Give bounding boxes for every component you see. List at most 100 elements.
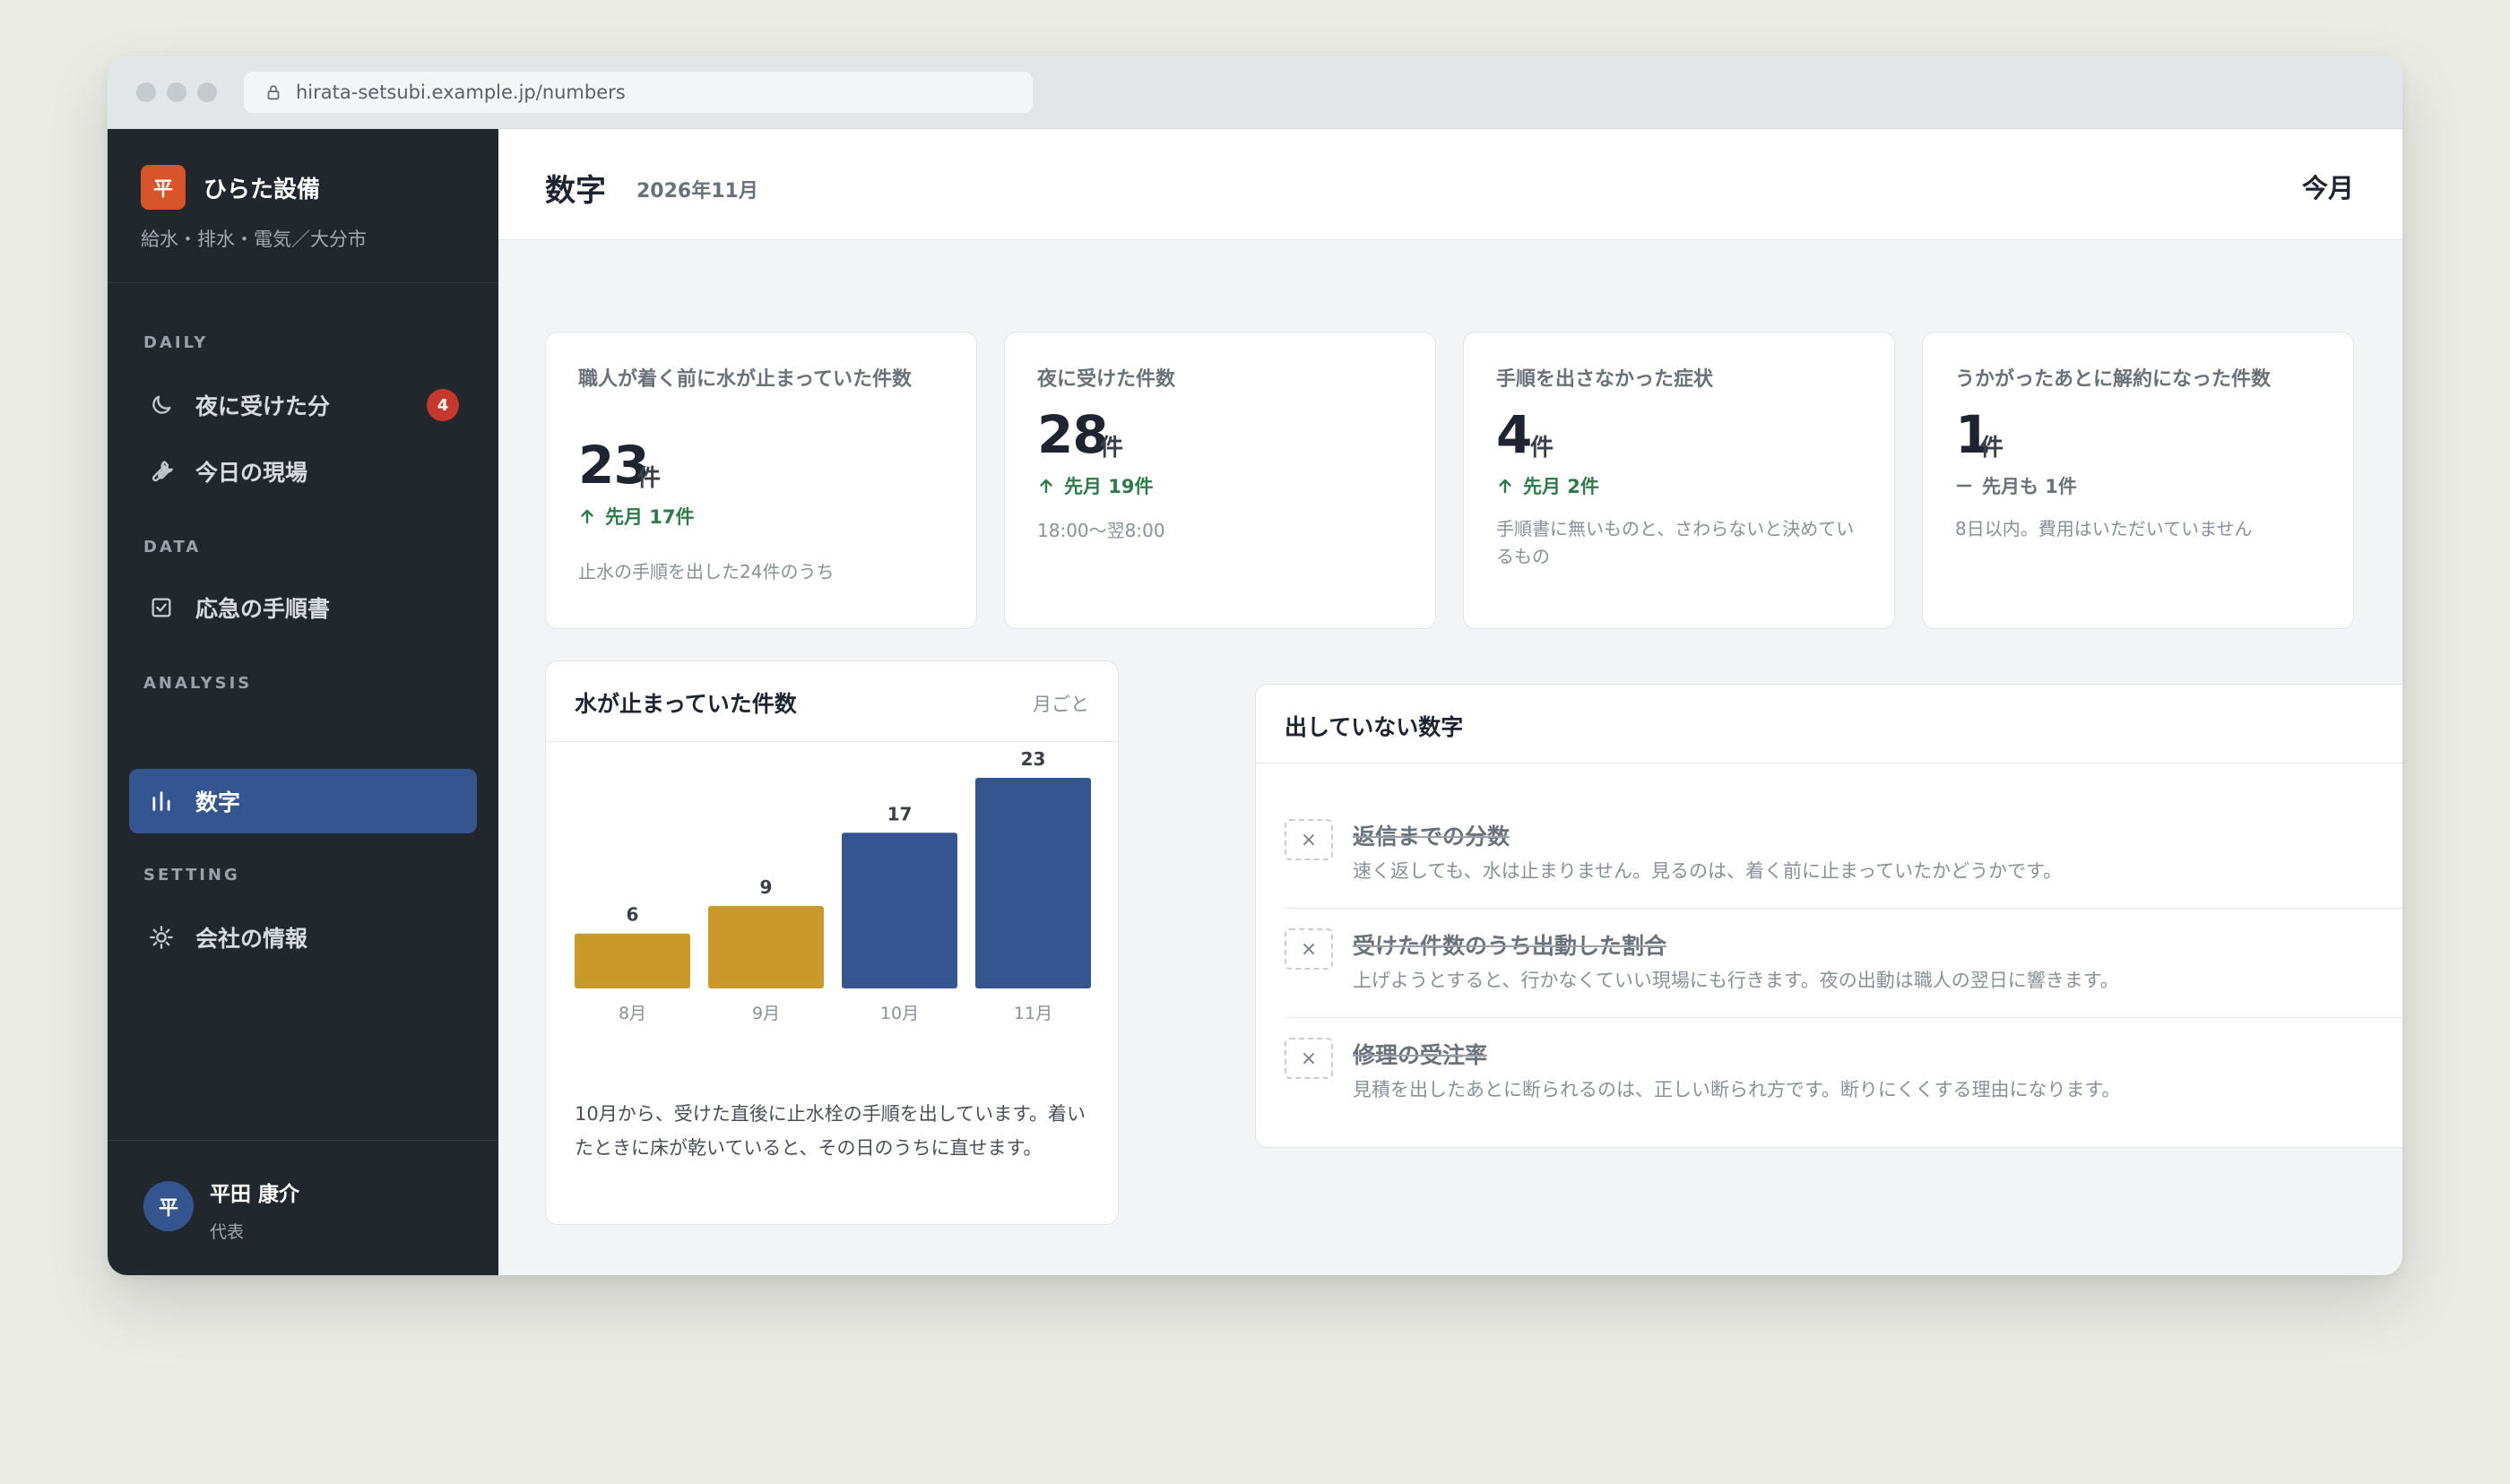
user-role: 代表 (210, 1222, 245, 1242)
window-close-dot[interactable] (136, 82, 156, 102)
sidebar-item-today-sites[interactable]: 今日の現場 (129, 439, 477, 504)
kpi-delta-text: 先月 19件 (1064, 476, 1154, 497)
kpi-label: 手順を出さなかった症状 (1496, 368, 1714, 391)
chart-data-label: 17 (887, 803, 913, 824)
arrow-up-icon (1499, 479, 1511, 494)
dash-icon (1956, 484, 1972, 487)
omitted-metric-desc: 上げようとすると、行かなくていい現場にも行きます。夜の出動は職人の翌日に響きます… (1353, 970, 2119, 991)
arrow-up-icon (1040, 479, 1052, 494)
chart-data-label: 6 (627, 904, 639, 926)
sidebar-item-label: 数字 (195, 789, 241, 815)
omitted-card-header: 出していない数字 (1256, 685, 2402, 764)
sidebar-item-night-calls[interactable]: 夜に受けた分 4 (129, 373, 477, 437)
sidebar-item-label: 応急の手順書 (195, 596, 331, 622)
nav-section-daily: DAILY (143, 333, 209, 352)
kpi-label: 夜に受けた件数 (1037, 368, 1176, 391)
kpi-card-no-manual: 手順を出さなかった症状 4 件 先月 2件 手順書に無いものと、さわらないと決め… (1463, 332, 1895, 629)
omitted-metric-desc: 速く返しても、水は止まりません。見るのは、着く前に止まっていたかどうかです。 (1353, 860, 2063, 882)
bar-chart: 6 8月 9 9月 17 10月 23 11月 (575, 748, 1091, 1023)
kpi-value: 4 (1496, 404, 1532, 465)
wrench-icon (152, 461, 173, 482)
omitted-metric-item: × 受けた件数のうち出動した割合 上げようとすると、行かなくていい現場にも行きま… (1285, 909, 2402, 1018)
arrow-up-icon (581, 509, 593, 524)
period-selector[interactable]: 今月 (2302, 168, 2354, 205)
chart-x-tick-label: 10月 (880, 1004, 919, 1023)
omitted-card-title: 出していない数字 (1285, 714, 1464, 740)
sidebar-item-label: 今日の現場 (195, 460, 308, 486)
close-icon: × (1285, 1038, 1333, 1079)
sidebar: 平 ひらた設備 給水・排水・電気／大分市 DAILY 夜に受けた分 4 今日の現… (108, 129, 498, 1275)
chart-bar (975, 778, 1091, 988)
user-name: 平田 康介 (210, 1183, 300, 1206)
chart-bar (708, 906, 824, 988)
window-minimize-dot[interactable] (167, 82, 186, 102)
company-subtitle: 給水・排水・電気／大分市 (141, 229, 367, 250)
address-bar[interactable]: hirata-setsubi.example.jp/numbers (244, 72, 1033, 113)
kpi-delta: 先月も 1件 (1955, 472, 2077, 499)
chart-x-tick-label: 8月 (619, 1004, 646, 1023)
kpi-card-cancellations: うかがったあとに解約になった件数 1 件 先月も 1件 8日以内。費用はいただい… (1922, 332, 2354, 629)
omitted-metric-item: × 修理の受注率 見積を出したあとに断られるのは、正しい断られ方です。断りにくく… (1285, 1018, 2402, 1127)
water-stopped-chart-card: 水が止まっていた件数 月ごと 6 8月 9 9月 17 10月 23 11月 10月から、受け… (545, 660, 1119, 1225)
kpi-delta-text: 先月 17件 (605, 506, 695, 528)
kpi-note: 止水の手順を出した24件のうち (578, 561, 835, 582)
kpi-value: 28 (1037, 404, 1109, 465)
sidebar-item-label: 会社の情報 (195, 926, 308, 952)
kpi-card-night-calls: 夜に受けた件数 28 件 先月 19件 18:00〜翌8:00 (1004, 332, 1436, 629)
omitted-metric-title: 受けた件数のうち出動した割合 (1353, 933, 1667, 959)
kpi-label: うかがったあとに解約になった件数 (1955, 368, 2272, 391)
sidebar-item-company-info[interactable]: 会社の情報 (129, 905, 477, 970)
chart-x-tick-label: 9月 (752, 1004, 780, 1023)
sun-gear-icon (150, 926, 173, 949)
brand: 平 ひらた設備 (141, 165, 320, 210)
chart-bar (575, 933, 690, 988)
lock-icon (267, 85, 280, 100)
sidebar-item-emergency-manual[interactable]: 応急の手順書 (129, 575, 477, 640)
company-logo: 平 (141, 165, 186, 210)
sidebar-user-divider (108, 1140, 498, 1141)
nav-section-data: DATA (143, 538, 202, 556)
kpi-card-water-stopped: 職人が着く前に水が止まっていた件数 23 件 先月 17件 止水の手順を出した2… (545, 332, 977, 629)
kpi-note: 18:00〜翌8:00 (1037, 520, 1165, 541)
kpi-delta-text: 先月 2件 (1523, 476, 1599, 497)
company-name: ひらた設備 (203, 176, 321, 203)
avatar[interactable]: 平 (143, 1181, 194, 1231)
page-date: 2026年11月 (636, 180, 758, 203)
chart-x-tick-label: 11月 (1014, 1004, 1052, 1023)
kpi-label: 職人が着く前に水が止まっていた件数 (578, 368, 913, 391)
chart-data-label: 23 (1021, 748, 1046, 770)
sidebar-item-numbers[interactable]: 数字 (129, 769, 477, 833)
chart-data-label: 9 (760, 876, 773, 898)
window-maximize-dot[interactable] (197, 82, 217, 102)
chart-bar (842, 833, 957, 988)
chart-caption: 10月から、受けた直後に止水栓の手順を出しています。着いたときに床が乾いていると… (575, 1103, 1086, 1159)
kpi-unit: 件 (1980, 435, 2004, 462)
omitted-metric-title: 返信までの分数 (1353, 824, 1510, 850)
count-badge: 4 (427, 389, 459, 421)
page-title: 数字 (545, 173, 606, 209)
sidebar-item-label: 夜に受けた分 (195, 393, 331, 419)
kpi-unit: 件 (1530, 435, 1554, 462)
chart-card-header: 水が止まっていた件数 月ごと (546, 661, 1118, 742)
bar-chart-icon (152, 791, 170, 811)
kpi-unit: 件 (637, 465, 662, 492)
main-content: 数字 2026年11月 今月 職人が着く前に水が止まっていた件数 23 件 先月… (498, 129, 2402, 1275)
kpi-delta-text: 先月も 1件 (1982, 476, 2077, 497)
omitted-metric-item: × 返信までの分数 速く返しても、水は止まりません。見るのは、着く前に止まってい… (1285, 799, 2402, 909)
omitted-metric-desc: 見積を出したあとに断られるのは、正しい断られ方です。断りにくくする理由になります… (1353, 1079, 2121, 1100)
address-url: hirata-setsubi.example.jp/numbers (296, 82, 626, 103)
sidebar-divider (108, 282, 498, 283)
checkbox-icon (151, 598, 171, 617)
page-header: 数字 2026年11月 今月 (498, 129, 2402, 240)
chart-title: 水が止まっていた件数 (575, 691, 797, 717)
kpi-delta: 先月 2件 (1496, 472, 1599, 499)
nav-section-setting: SETTING (143, 866, 240, 884)
kpi-delta: 先月 19件 (1037, 472, 1154, 499)
kpi-note: 手順書に無いものと、さわらないと決めているもの (1496, 518, 1855, 567)
browser-window: hirata-setsubi.example.jp/numbers 平 ひらた設… (108, 56, 2402, 1275)
kpi-unit: 件 (1100, 435, 1124, 462)
chart-granularity: 月ごと (1033, 694, 1089, 715)
moon-icon (152, 395, 171, 414)
close-icon: × (1285, 819, 1333, 860)
close-icon: × (1285, 928, 1333, 970)
